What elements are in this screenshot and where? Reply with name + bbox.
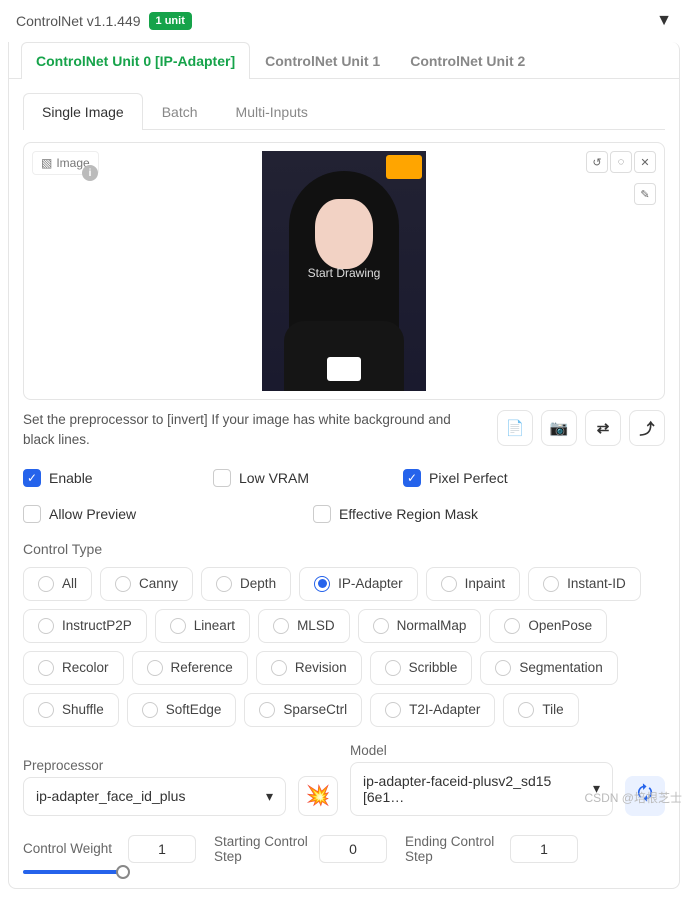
- main-tabs: ControlNet Unit 0 [IP-Adapter] ControlNe…: [9, 42, 679, 79]
- control-type-reference[interactable]: Reference: [132, 651, 248, 685]
- radio-icon: [147, 660, 163, 676]
- control-type-lineart[interactable]: Lineart: [155, 609, 250, 643]
- control-type-inpaint[interactable]: Inpaint: [426, 567, 521, 601]
- tab-batch[interactable]: Batch: [143, 93, 217, 130]
- control-type-normalmap[interactable]: NormalMap: [358, 609, 482, 643]
- control-weight-label: Control Weight: [23, 841, 118, 856]
- control-type-label: Control Type: [23, 541, 665, 557]
- control-type-depth[interactable]: Depth: [201, 567, 291, 601]
- control-type-softedge[interactable]: SoftEdge: [127, 693, 237, 727]
- start-step-input[interactable]: 0: [319, 835, 387, 863]
- radio-icon: [385, 702, 401, 718]
- undo-icon[interactable]: ↺: [586, 151, 608, 173]
- chevron-down-icon: ▾: [266, 788, 273, 805]
- control-weight-input[interactable]: 1: [128, 835, 196, 863]
- radio-icon: [543, 576, 559, 592]
- radio-icon: [38, 618, 54, 634]
- radio-icon: [273, 618, 289, 634]
- control-type-canny[interactable]: Canny: [100, 567, 193, 601]
- allow-preview-checkbox[interactable]: Allow Preview: [23, 505, 283, 523]
- start-step-label: Starting Control Step: [214, 834, 309, 864]
- radio-icon: [271, 660, 287, 676]
- doc-button[interactable]: 📄: [497, 410, 533, 446]
- pencil-icon[interactable]: ✎: [634, 183, 656, 205]
- swap-button[interactable]: ⇄: [585, 410, 621, 446]
- radio-icon: [314, 576, 330, 592]
- tab-single-image[interactable]: Single Image: [23, 93, 143, 130]
- control-type-instant-id[interactable]: Instant-ID: [528, 567, 641, 601]
- control-weight-slider[interactable]: [23, 870, 123, 874]
- erase-icon[interactable]: ◌: [610, 151, 632, 173]
- watermark: CSDN @培根芝士: [584, 789, 682, 806]
- sub-tabs: Single Image Batch Multi-Inputs: [23, 93, 665, 130]
- control-type-openpose[interactable]: OpenPose: [489, 609, 607, 643]
- control-type-ip-adapter[interactable]: IP-Adapter: [299, 567, 418, 601]
- radio-icon: [170, 618, 186, 634]
- radio-icon: [518, 702, 534, 718]
- control-type-shuffle[interactable]: Shuffle: [23, 693, 119, 727]
- radio-icon: [259, 702, 275, 718]
- radio-icon: [441, 576, 457, 592]
- radio-icon: [115, 576, 131, 592]
- image-icon: ▧: [41, 156, 52, 170]
- radio-icon: [38, 576, 54, 592]
- info-icon[interactable]: i: [82, 165, 98, 181]
- tab-unit-1[interactable]: ControlNet Unit 1: [250, 42, 395, 79]
- enable-checkbox[interactable]: ✓Enable: [23, 469, 183, 487]
- control-type-recolor[interactable]: Recolor: [23, 651, 124, 685]
- model-label: Model: [350, 743, 613, 758]
- control-type-t2i-adapter[interactable]: T2I-Adapter: [370, 693, 495, 727]
- radio-icon: [385, 660, 401, 676]
- preview-image: Start Drawing: [262, 151, 426, 391]
- control-type-all[interactable]: All: [23, 567, 92, 601]
- panel-title: ControlNet v1.1.449: [16, 13, 141, 29]
- model-select[interactable]: ip-adapter-faceid-plusv2_sd15 [6e1… ▾: [350, 762, 613, 816]
- overlay-text: Start Drawing: [262, 266, 426, 280]
- pixel-perfect-checkbox[interactable]: ✓Pixel Perfect: [403, 469, 563, 487]
- control-type-group: AllCannyDepthIP-AdapterInpaintInstant-ID…: [23, 567, 665, 727]
- radio-icon: [38, 660, 54, 676]
- collapse-icon[interactable]: ▼: [656, 12, 672, 30]
- effective-region-checkbox[interactable]: Effective Region Mask: [313, 505, 478, 523]
- radio-icon: [373, 618, 389, 634]
- send-button[interactable]: ⤴: [629, 410, 665, 446]
- unit-badge: 1 unit: [149, 12, 192, 30]
- end-step-label: Ending Control Step: [405, 834, 500, 864]
- radio-icon: [495, 660, 511, 676]
- low-vram-checkbox[interactable]: Low VRAM: [213, 469, 373, 487]
- tab-multi-inputs[interactable]: Multi-Inputs: [217, 93, 327, 130]
- close-icon[interactable]: ✕: [634, 151, 656, 173]
- control-type-sparsectrl[interactable]: SparseCtrl: [244, 693, 362, 727]
- tab-unit-2[interactable]: ControlNet Unit 2: [395, 42, 540, 79]
- camera-button[interactable]: 📷: [541, 410, 577, 446]
- control-type-revision[interactable]: Revision: [256, 651, 362, 685]
- radio-icon: [142, 702, 158, 718]
- tab-unit-0[interactable]: ControlNet Unit 0 [IP-Adapter]: [21, 42, 250, 79]
- control-type-segmentation[interactable]: Segmentation: [480, 651, 617, 685]
- radio-icon: [216, 576, 232, 592]
- hint-text: Set the preprocessor to [invert] If your…: [23, 410, 485, 451]
- control-type-scribble[interactable]: Scribble: [370, 651, 473, 685]
- control-type-instructp2p[interactable]: InstructP2P: [23, 609, 147, 643]
- end-step-input[interactable]: 1: [510, 835, 578, 863]
- image-drop-area[interactable]: ▧ Image i ↺ ◌ ✕ ✎ Start Drawing: [23, 142, 665, 400]
- radio-icon: [504, 618, 520, 634]
- control-type-tile[interactable]: Tile: [503, 693, 578, 727]
- control-type-mlsd[interactable]: MLSD: [258, 609, 350, 643]
- preprocessor-label: Preprocessor: [23, 758, 286, 773]
- radio-icon: [38, 702, 54, 718]
